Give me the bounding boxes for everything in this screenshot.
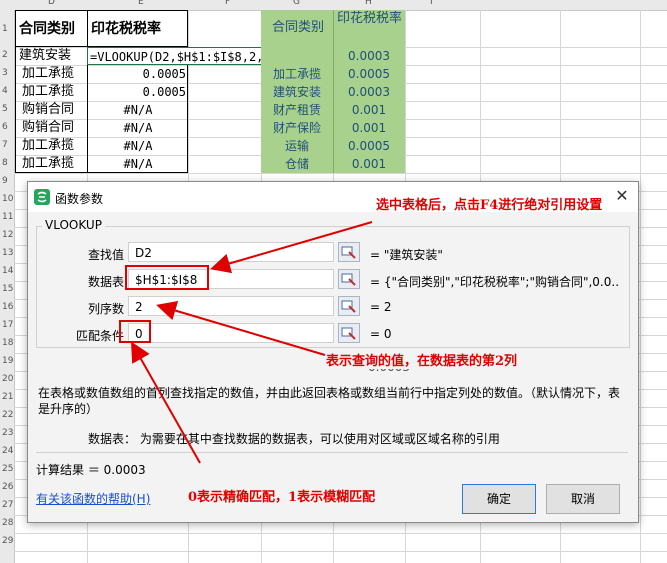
arrow-to-table-array bbox=[210, 221, 373, 274]
annotation-arrows bbox=[131, 221, 373, 464]
annotation-match-type: 0表示精确匹配，1表示模糊匹配 bbox=[188, 490, 376, 505]
arrow-to-range-lookup bbox=[131, 341, 201, 464]
arrow-to-col-index bbox=[156, 300, 326, 356]
annotation-absolute-ref: 选中表格后，点击F4进行绝对引用设置 bbox=[376, 198, 603, 213]
annotation-col-index: 表示查询的值，在数据表的第2列 bbox=[326, 350, 518, 369]
